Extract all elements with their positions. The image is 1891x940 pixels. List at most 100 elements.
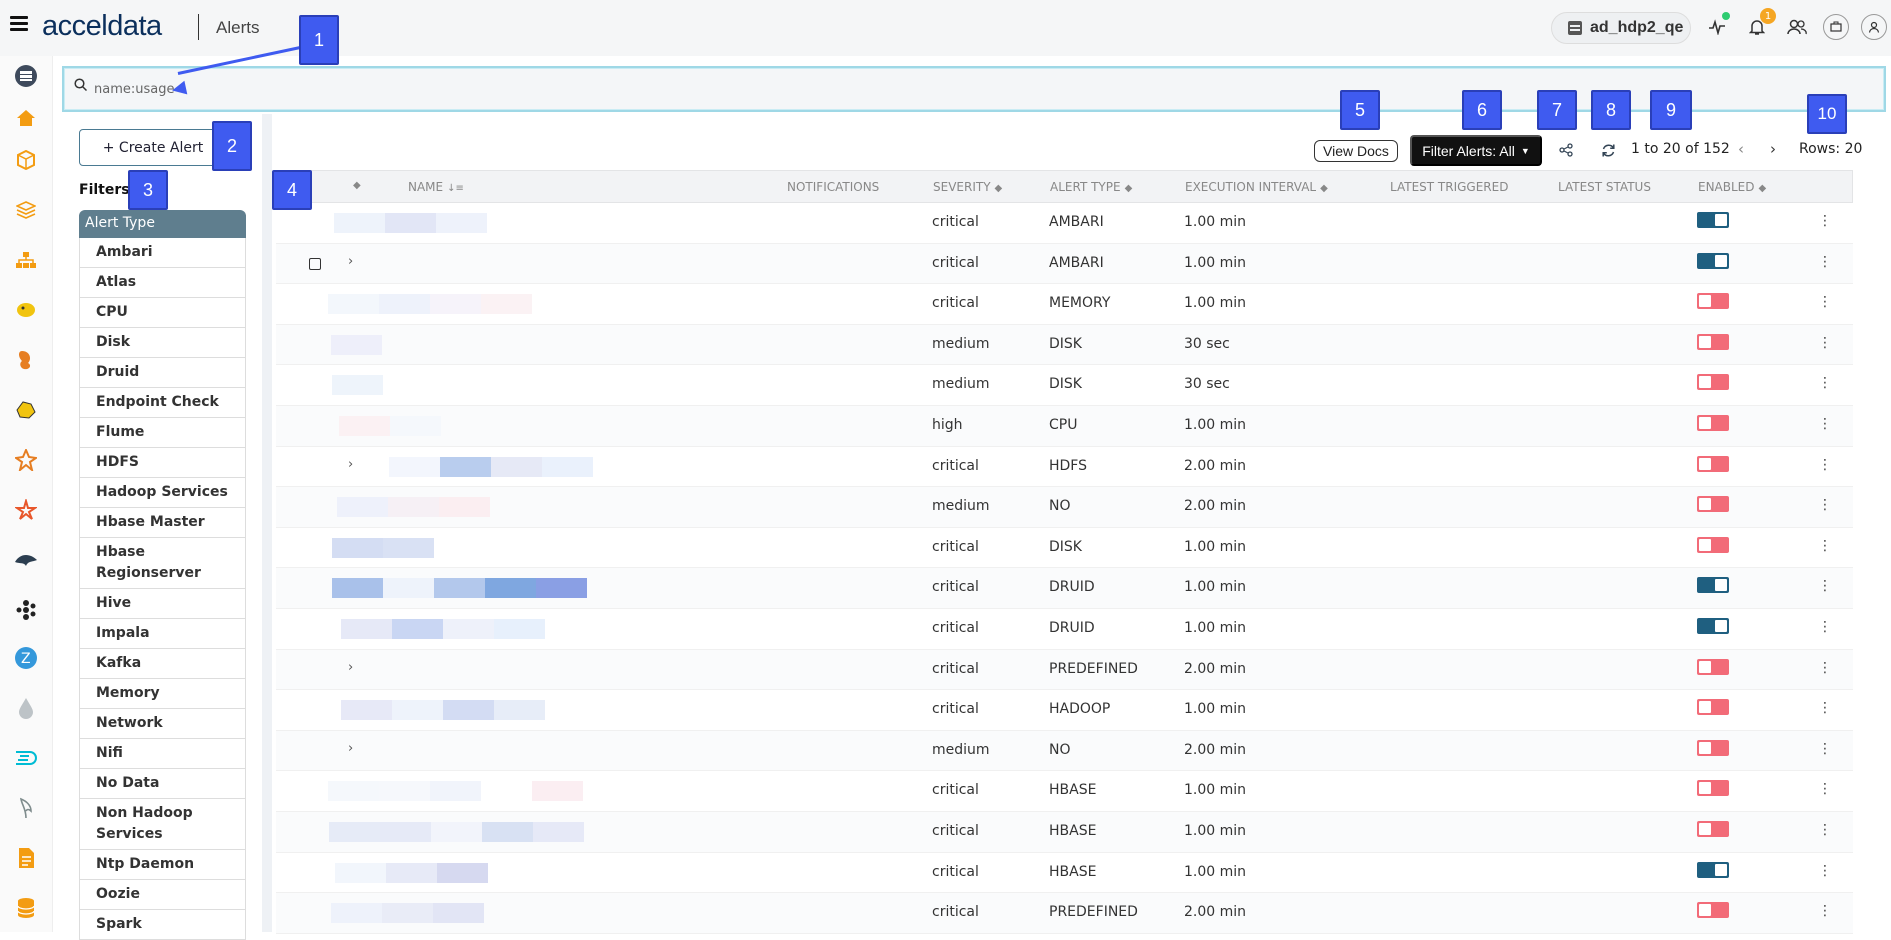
hierarchy-icon[interactable] <box>14 248 38 272</box>
column-enabled[interactable]: ENABLED ◆ <box>1698 180 1766 194</box>
filter-item[interactable]: Hbase Regionserver <box>79 538 246 589</box>
enabled-toggle[interactable] <box>1697 617 1729 634</box>
kafka-icon[interactable] <box>14 598 38 622</box>
briefcase-icon[interactable] <box>1823 14 1849 40</box>
app-logo[interactable]: acceldata <box>42 10 162 43</box>
nifi-icon[interactable] <box>14 746 38 770</box>
filter-item[interactable]: Ntp Daemon <box>79 850 246 880</box>
row-actions-icon[interactable]: ⋮ <box>1818 863 1832 879</box>
activity-icon[interactable] <box>1704 12 1730 40</box>
expand-row-icon[interactable]: › <box>348 660 353 675</box>
table-row[interactable]: ›criticalAMBARI1.00 min⋮ <box>276 203 1853 244</box>
column-name[interactable]: NAME ↓≡ <box>408 180 464 194</box>
sort-interval-icon[interactable]: ◆ <box>1320 183 1328 194</box>
row-actions-icon[interactable]: ⋮ <box>1818 497 1832 513</box>
row-actions-icon[interactable]: ⋮ <box>1818 578 1832 594</box>
table-row[interactable]: ›mediumDISK30 sec⋮ <box>276 365 1853 406</box>
table-row[interactable]: ›criticalHBASE1.00 min⋮ <box>276 853 1853 894</box>
row-actions-icon[interactable]: ⋮ <box>1818 254 1832 270</box>
row-actions-icon[interactable]: ⋮ <box>1818 700 1832 716</box>
table-row[interactable]: ›criticalDRUID1.00 min⋮ <box>276 568 1853 609</box>
enabled-toggle[interactable] <box>1697 414 1729 431</box>
zeppelin-icon[interactable]: Z <box>14 646 38 670</box>
create-alert-button[interactable]: + Create Alert <box>79 129 227 166</box>
table-row[interactable]: ›mediumNO2.00 min⋮ <box>276 487 1853 528</box>
enabled-toggle[interactable] <box>1697 333 1729 350</box>
row-actions-icon[interactable]: ⋮ <box>1818 619 1832 635</box>
users-icon[interactable] <box>1784 14 1810 40</box>
filter-item[interactable]: Druid <box>79 358 246 388</box>
row-actions-icon[interactable]: ⋮ <box>1818 903 1832 919</box>
document-icon[interactable] <box>14 846 38 870</box>
table-row[interactable]: ›criticalHBASE1.00 min⋮ <box>276 771 1853 812</box>
layers-icon[interactable] <box>14 198 38 222</box>
column-interval[interactable]: EXECUTION INTERVAL ◆ <box>1185 180 1328 194</box>
row-actions-icon[interactable]: ⋮ <box>1818 741 1832 757</box>
enabled-toggle[interactable] <box>1697 699 1729 716</box>
enabled-toggle[interactable] <box>1697 861 1729 878</box>
enabled-toggle[interactable] <box>1697 455 1729 472</box>
table-row[interactable]: ›criticalPREDEFINED2.00 min⋮ <box>276 893 1853 934</box>
filter-item[interactable]: Impala <box>79 619 246 649</box>
enabled-toggle[interactable] <box>1697 820 1729 837</box>
enabled-toggle[interactable] <box>1697 212 1729 228</box>
refresh-icon[interactable] <box>1597 139 1619 161</box>
prev-page-icon[interactable]: ‹ <box>1738 140 1744 158</box>
cluster-selector[interactable]: ad_hdp2_qe <box>1551 12 1691 44</box>
row-actions-icon[interactable]: ⋮ <box>1818 213 1832 229</box>
filter-item[interactable]: Oozie <box>79 880 246 910</box>
hadoop-elephant-icon[interactable] <box>14 298 38 322</box>
home-icon[interactable] <box>14 106 38 130</box>
filter-item[interactable]: Non Hadoop Services <box>79 799 246 850</box>
column-alert-type[interactable]: ALERT TYPE ◆ <box>1050 180 1132 194</box>
bell-icon[interactable]: 1 <box>1744 8 1776 40</box>
spark-icon[interactable] <box>14 448 38 472</box>
row-actions-icon[interactable]: ⋮ <box>1818 538 1832 554</box>
filter-item[interactable]: Hive <box>79 589 246 619</box>
sort-severity-icon[interactable]: ◆ <box>995 183 1003 194</box>
filter-item[interactable]: Hadoop Services <box>79 478 246 508</box>
table-row[interactable]: ›highCPU1.00 min⋮ <box>276 405 1853 447</box>
table-row[interactable]: ›criticalPREDEFINED2.00 min⋮ <box>276 649 1853 691</box>
filter-alerts-dropdown[interactable]: Filter Alerts: All ▼ <box>1410 135 1542 166</box>
menu-icon[interactable] <box>10 16 28 32</box>
share-icon[interactable] <box>1555 139 1577 161</box>
enabled-toggle[interactable] <box>1697 252 1729 269</box>
table-row[interactable]: › critical HDFS 2.00 min ⋮ <box>276 447 1853 488</box>
column-severity[interactable]: SEVERITY ◆ <box>933 180 1002 194</box>
filter-item[interactable]: Flume <box>79 418 246 448</box>
enabled-toggle[interactable] <box>1697 293 1729 310</box>
row-actions-icon[interactable]: ⋮ <box>1818 660 1832 676</box>
table-row[interactable]: ›criticalDISK1.00 min⋮ <box>276 528 1853 569</box>
next-page-icon[interactable]: › <box>1770 140 1776 158</box>
enabled-toggle[interactable] <box>1697 780 1729 797</box>
sort-all-icon[interactable]: ◆ <box>353 180 361 191</box>
row-actions-icon[interactable]: ⋮ <box>1818 781 1832 797</box>
filter-item[interactable]: Nifi <box>79 739 246 769</box>
filter-item[interactable]: Network <box>79 709 246 739</box>
filter-item[interactable]: Atlas <box>79 268 246 298</box>
filter-item[interactable]: Endpoint Check <box>79 388 246 418</box>
expand-row-icon[interactable]: › <box>348 741 353 756</box>
filter-item[interactable]: CPU <box>79 298 246 328</box>
row-actions-icon[interactable]: ⋮ <box>1818 416 1832 432</box>
panel-divider[interactable] <box>262 114 272 932</box>
sort-type-icon[interactable]: ◆ <box>1125 183 1133 194</box>
star-outline-icon[interactable] <box>14 498 38 522</box>
enabled-toggle[interactable] <box>1697 577 1729 594</box>
hive-icon[interactable] <box>14 398 38 422</box>
row-actions-icon[interactable]: ⋮ <box>1818 822 1832 838</box>
enabled-toggle[interactable] <box>1697 739 1729 756</box>
table-row[interactable]: ›criticalHBASE1.00 min⋮ <box>276 811 1853 853</box>
table-row[interactable]: ›mediumNO2.00 min⋮ <box>276 730 1853 772</box>
zookeeper-icon[interactable] <box>14 348 38 372</box>
table-row[interactable]: ›criticalDRUID1.00 min⋮ <box>276 609 1853 650</box>
table-row[interactable]: ›criticalAMBARI1.00 min⋮ <box>276 243 1853 285</box>
cube-icon[interactable] <box>14 148 38 172</box>
filter-item[interactable]: Kafka <box>79 649 246 679</box>
user-profile-icon[interactable] <box>1861 14 1887 40</box>
table-row[interactable]: ›mediumDISK30 sec⋮ <box>276 324 1853 366</box>
expand-row-icon[interactable]: › <box>348 457 353 472</box>
feather-icon[interactable] <box>14 796 38 820</box>
sort-enabled-icon[interactable]: ◆ <box>1759 183 1767 194</box>
